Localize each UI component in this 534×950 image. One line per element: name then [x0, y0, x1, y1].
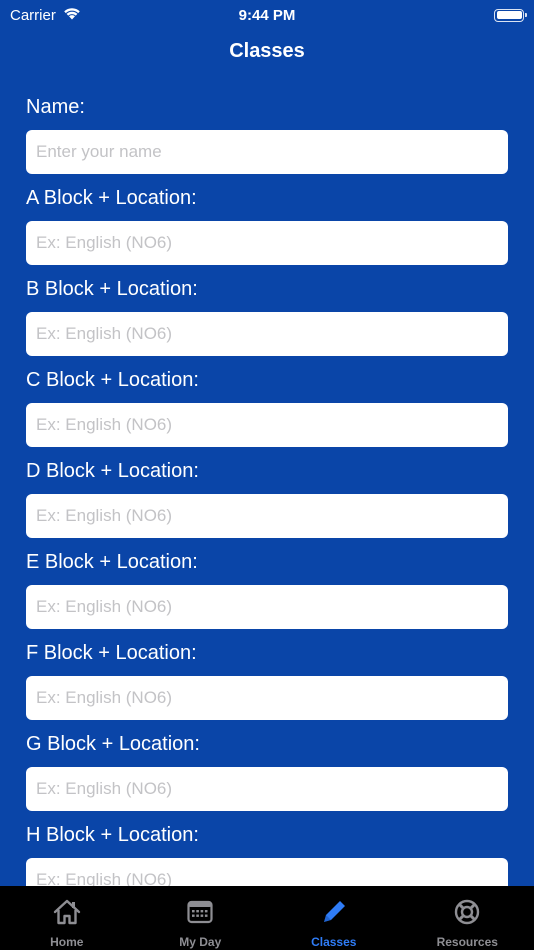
name-field-group: Name:: [26, 84, 508, 174]
name-input[interactable]: [26, 130, 508, 174]
tab-home[interactable]: Home: [0, 886, 134, 950]
a-block-field-group: A Block + Location:: [26, 175, 508, 265]
c-block-input[interactable]: [26, 403, 508, 447]
a-block-label: A Block + Location:: [26, 186, 197, 209]
e-block-label: E Block + Location:: [26, 550, 198, 573]
wifi-icon: [62, 6, 82, 24]
tab-resources[interactable]: Resources: [401, 886, 534, 950]
d-block-field-group: D Block + Location:: [26, 448, 508, 538]
status-left: Carrier: [10, 6, 82, 24]
calendar-icon: [185, 897, 215, 927]
status-bar: Carrier 9:44 PM: [0, 0, 534, 30]
d-block-input[interactable]: [26, 494, 508, 538]
g-block-input[interactable]: [26, 767, 508, 811]
pencil-icon: [319, 897, 349, 927]
tab-resources-label: Resources: [436, 935, 498, 949]
e-block-input[interactable]: [26, 585, 508, 629]
f-block-field-group: F Block + Location:: [26, 630, 508, 720]
name-label: Name:: [26, 95, 85, 118]
g-block-field-group: G Block + Location:: [26, 721, 508, 811]
g-block-label: G Block + Location:: [26, 732, 200, 755]
h-block-label: H Block + Location:: [26, 823, 199, 846]
h-block-field-group: H Block + Location:: [26, 812, 508, 886]
battery-icon: [494, 8, 527, 22]
lifebuoy-icon: [452, 897, 482, 927]
tab-bar: Home My Day Classes Resources: [0, 886, 534, 950]
b-block-field-group: B Block + Location:: [26, 266, 508, 356]
tab-classes-label: Classes: [311, 935, 357, 949]
c-block-field-group: C Block + Location:: [26, 357, 508, 447]
classes-form: Name: A Block + Location: B Block + Loca…: [26, 84, 508, 886]
tab-my-day-label: My Day: [179, 935, 222, 949]
tab-home-label: Home: [50, 935, 84, 949]
tab-my-day[interactable]: My Day: [134, 886, 268, 950]
h-block-input[interactable]: [26, 858, 508, 886]
page-title: Classes: [229, 40, 305, 62]
b-block-label: B Block + Location:: [26, 277, 198, 300]
house-icon: [52, 897, 82, 927]
b-block-input[interactable]: [26, 312, 508, 356]
f-block-label: F Block + Location:: [26, 641, 197, 664]
e-block-field-group: E Block + Location:: [26, 539, 508, 629]
c-block-label: C Block + Location:: [26, 368, 199, 391]
carrier-label: Carrier: [10, 6, 56, 24]
tab-classes[interactable]: Classes: [267, 886, 401, 950]
d-block-label: D Block + Location:: [26, 459, 199, 482]
f-block-input[interactable]: [26, 676, 508, 720]
a-block-input[interactable]: [26, 221, 508, 265]
